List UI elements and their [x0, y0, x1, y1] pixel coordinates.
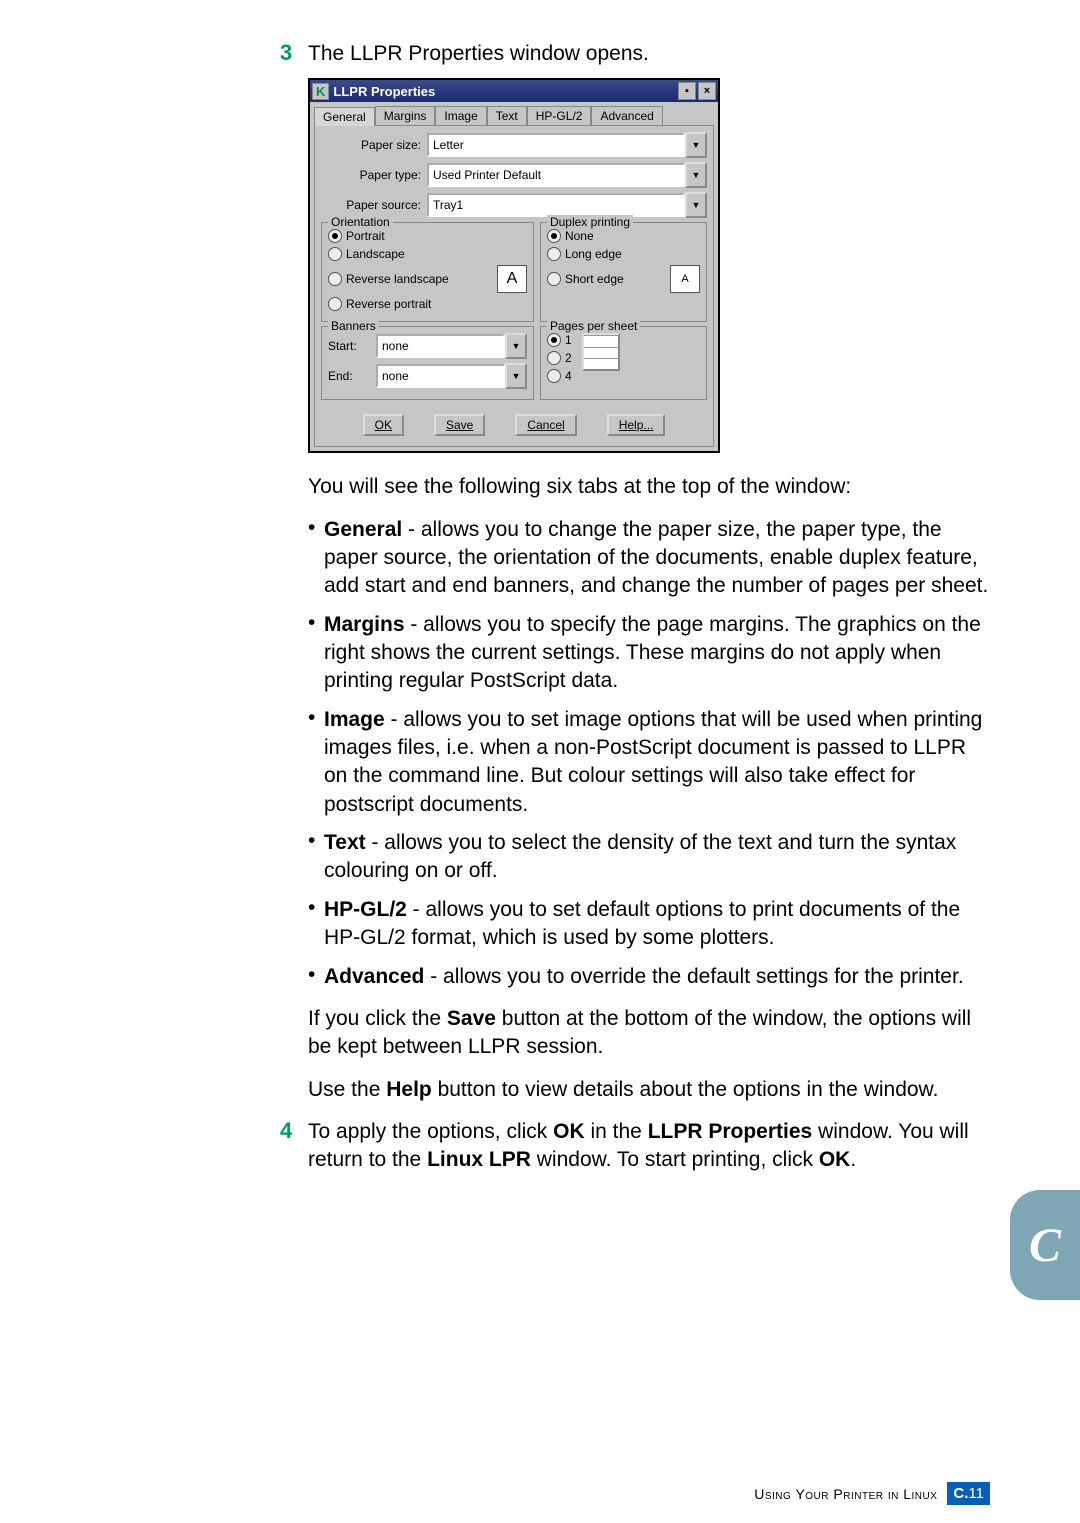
step-4-number: 4	[280, 1118, 308, 1144]
paper-type-label: Paper type:	[321, 168, 427, 182]
llpr-properties-dialog: K LLPR Properties ▪ × General Margins Im…	[308, 78, 720, 453]
dialog-title: LLPR Properties	[333, 84, 676, 99]
radio-reverse-portrait-label: Reverse portrait	[346, 297, 431, 311]
banner-end-label: End:	[328, 369, 376, 383]
step-3-text: The LLPR Properties window opens.	[308, 40, 649, 68]
minimize-icon[interactable]: ▪	[678, 82, 696, 100]
banner-start-label: Start:	[328, 339, 376, 353]
help-paragraph: Use the Help button to view details abou…	[308, 1076, 990, 1104]
step-3-number: 3	[280, 40, 308, 66]
close-icon[interactable]: ×	[698, 82, 716, 100]
radio-pages-1-label: 1	[565, 333, 572, 347]
footer-title: Using Your Printer in Linux	[754, 1486, 937, 1502]
radio-duplex-short-label: Short edge	[565, 272, 624, 286]
bullet-text: Text - allows you to select the density …	[324, 829, 990, 886]
tabs-intro-text: You will see the following six tabs at t…	[308, 473, 990, 501]
bullet-image: Image - allows you to set image options …	[324, 706, 990, 819]
paper-type-input[interactable]: Used Printer Default	[427, 163, 685, 187]
chevron-down-icon[interactable]: ▼	[505, 363, 527, 389]
tab-advanced[interactable]: Advanced	[591, 106, 662, 125]
bullet-general: General - allows you to change the paper…	[324, 516, 990, 601]
ok-button[interactable]: OK	[363, 414, 404, 436]
tab-image[interactable]: Image	[435, 106, 486, 125]
tab-hpgl2[interactable]: HP-GL/2	[527, 106, 592, 125]
bullet-margins: Margins - allows you to specify the page…	[324, 611, 990, 696]
radio-reverse-landscape[interactable]	[328, 272, 342, 286]
radio-reverse-landscape-label: Reverse landscape	[346, 272, 449, 286]
paper-source-input[interactable]: Tray1	[427, 193, 685, 217]
paper-source-label: Paper source:	[321, 198, 427, 212]
bullet-hpgl: HP-GL/2 - allows you to set default opti…	[324, 896, 990, 953]
radio-landscape[interactable]	[328, 247, 342, 261]
radio-pages-1[interactable]	[547, 333, 561, 347]
banner-start-input[interactable]: none	[376, 334, 505, 358]
radio-duplex-none[interactable]	[547, 229, 561, 243]
radio-duplex-long[interactable]	[547, 247, 561, 261]
radio-pages-4-label: 4	[565, 369, 572, 383]
save-paragraph: If you click the Save button at the bott…	[308, 1005, 990, 1062]
orientation-preview-icon: A	[497, 265, 527, 293]
paper-size-label: Paper size:	[321, 138, 427, 152]
save-button[interactable]: Save	[434, 414, 485, 436]
radio-reverse-portrait[interactable]	[328, 297, 342, 311]
pages-preview-icon	[582, 333, 620, 371]
chevron-down-icon[interactable]: ▼	[685, 162, 707, 188]
radio-pages-4[interactable]	[547, 369, 561, 383]
chevron-down-icon[interactable]: ▼	[685, 132, 707, 158]
cancel-button[interactable]: Cancel	[515, 414, 576, 436]
radio-landscape-label: Landscape	[346, 247, 405, 261]
chevron-down-icon[interactable]: ▼	[505, 333, 527, 359]
bullet-advanced: Advanced - allows you to override the de…	[324, 963, 964, 991]
tab-margins[interactable]: Margins	[375, 106, 436, 125]
radio-portrait[interactable]	[328, 229, 342, 243]
duplex-preview-icon: A	[670, 265, 700, 293]
page-number-badge: C.11	[947, 1482, 990, 1505]
orientation-group-title: Orientation	[328, 215, 393, 229]
radio-duplex-short[interactable]	[547, 272, 561, 286]
radio-pages-2-label: 2	[565, 351, 572, 365]
radio-duplex-none-label: None	[565, 229, 594, 243]
pages-group-title: Pages per sheet	[547, 319, 640, 333]
radio-pages-2[interactable]	[547, 351, 561, 365]
chevron-down-icon[interactable]: ▼	[685, 192, 707, 218]
help-button[interactable]: Help...	[607, 414, 666, 436]
duplex-group-title: Duplex printing	[547, 215, 633, 229]
banners-group-title: Banners	[328, 319, 379, 333]
step-4-text: To apply the options, click OK in the LL…	[308, 1118, 990, 1175]
appendix-tab: C	[1010, 1190, 1080, 1300]
banner-end-input[interactable]: none	[376, 364, 505, 388]
tab-text[interactable]: Text	[487, 106, 527, 125]
radio-duplex-long-label: Long edge	[565, 247, 622, 261]
tab-general[interactable]: General	[314, 107, 375, 126]
paper-size-input[interactable]: Letter	[427, 133, 685, 157]
radio-portrait-label: Portrait	[346, 229, 385, 243]
k-icon: K	[312, 83, 329, 100]
